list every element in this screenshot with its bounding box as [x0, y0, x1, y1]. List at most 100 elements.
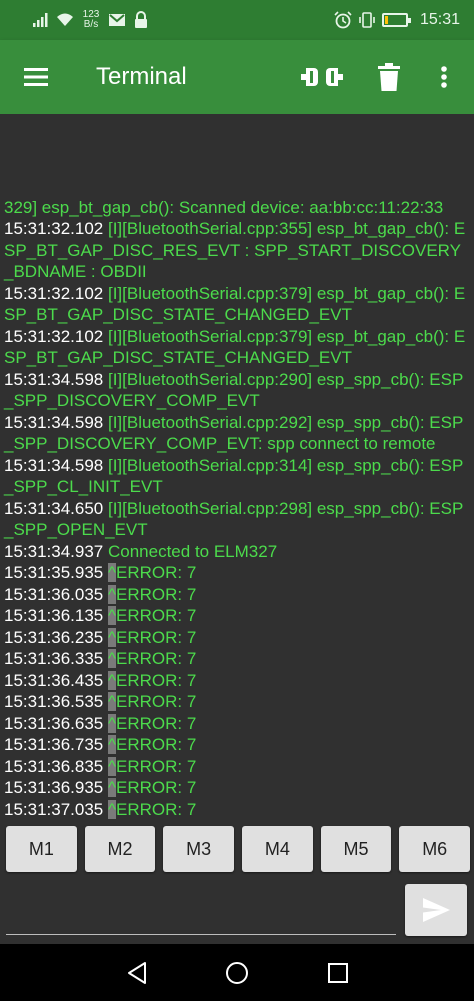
menu-icon[interactable]	[18, 60, 54, 94]
line-caret: ^	[108, 735, 116, 754]
lock-icon	[135, 11, 147, 28]
net-speed-unit: B/s	[83, 19, 99, 30]
line-message: ERROR: 7	[115, 670, 197, 690]
macro-button-m5[interactable]: M5	[320, 826, 392, 872]
macro-button-m4[interactable]: M4	[242, 826, 313, 872]
line-timestamp: 15:31:36.035	[4, 584, 104, 604]
line-timestamp: 15:31:36.935	[4, 778, 104, 797]
line-message: ERROR: 7	[115, 584, 197, 604]
line-message: ERROR: 7	[115, 563, 197, 582]
trash-icon[interactable]	[374, 60, 404, 94]
line-timestamp: 15:31:36.535	[4, 692, 104, 711]
line-message: ERROR: 7	[115, 735, 197, 754]
terminal-line: 329] esp_bt_gap_cb(): Scanned device: aa…	[4, 197, 470, 219]
line-timestamp: 15:31:35.935	[4, 563, 104, 582]
page-title: Terminal	[96, 63, 187, 90]
send-text-input[interactable]	[6, 886, 398, 932]
line-message: ERROR: 7	[115, 799, 197, 819]
line-caret: ^	[108, 799, 116, 819]
terminal-line: 15:31:36.335 ^ERROR: 7	[4, 648, 470, 670]
line-message: ERROR: 7	[115, 692, 197, 711]
app-bar: Terminal	[0, 40, 474, 114]
terminal-line: 15:31:36.435 ^ERROR: 7	[4, 670, 470, 692]
line-timestamp: 15:31:36.335	[4, 649, 104, 668]
line-timestamp: 15:31:36.835	[4, 756, 104, 776]
terminal-line: 15:31:36.935 ^ERROR: 7	[4, 777, 470, 799]
line-caret: ^	[108, 692, 116, 711]
line-timestamp: 15:31:34.598	[4, 369, 104, 389]
system-nav-bar	[0, 944, 474, 1001]
terminal-line: 15:31:35.935 ^ERROR: 7	[4, 562, 470, 584]
macro-button-m6[interactable]: M6	[399, 826, 471, 872]
terminal-line: 15:31:32.102 [I][BluetoothSerial.cpp:355…	[4, 218, 470, 283]
line-timestamp: 15:31:34.937	[4, 541, 104, 561]
input-underline	[6, 934, 396, 935]
line-caret: ^	[108, 563, 116, 582]
terminal-line: 15:31:34.598 [I][BluetoothSerial.cpp:292…	[4, 412, 470, 455]
gmail-icon	[109, 14, 125, 26]
line-timestamp: 15:31:36.435	[4, 670, 104, 690]
line-message: ERROR: 7	[115, 649, 197, 668]
terminal-line: 15:31:34.598 [I][BluetoothSerial.cpp:314…	[4, 455, 470, 498]
line-timestamp: 15:31:36.735	[4, 735, 104, 754]
clock: 15:31	[419, 11, 460, 28]
macro-button-m1[interactable]: M1	[6, 826, 77, 872]
line-caret: ^	[108, 584, 116, 604]
line-message: ERROR: 7	[115, 756, 197, 776]
disconnect-icon[interactable]	[298, 60, 346, 94]
line-caret: ^	[108, 649, 116, 668]
macro-bar: M1 M2 M3 M4 M5 M6	[6, 826, 471, 872]
recents-icon[interactable]	[327, 962, 349, 984]
terminal-line: 15:31:32.102 [I][BluetoothSerial.cpp:379…	[4, 326, 470, 369]
terminal-line: 15:31:34.937 Connected to ELM327	[4, 541, 470, 563]
line-message: 329] esp_bt_gap_cb(): Scanned device: aa…	[4, 197, 444, 217]
vibrate-icon	[359, 12, 375, 28]
line-timestamp: 15:31:34.598	[4, 455, 104, 475]
line-caret: ^	[108, 627, 116, 647]
net-speed: 123 B/s	[80, 10, 102, 30]
home-icon[interactable]	[225, 961, 249, 985]
terminal-line: 15:31:34.650 [I][BluetoothSerial.cpp:298…	[4, 498, 470, 541]
line-caret: ^	[108, 670, 116, 690]
line-message: ERROR: 7	[115, 778, 197, 797]
status-bar-left: 123 B/s	[32, 8, 150, 32]
battery-level: 17	[389, 14, 401, 25]
line-timestamp: 15:31:32.102	[4, 326, 104, 346]
line-timestamp: 15:31:34.650	[4, 498, 104, 518]
macro-button-m3[interactable]: M3	[163, 826, 235, 872]
alarm-icon	[334, 11, 352, 29]
terminal-line: 15:31:36.535 ^ERROR: 7	[4, 691, 470, 713]
line-caret: ^	[108, 713, 116, 733]
status-bar: 123 B/s 17 15:31	[0, 0, 474, 40]
line-message: Connected to ELM327	[103, 541, 278, 561]
signal-icon	[33, 13, 48, 27]
terminal-line: 15:31:32.102 [I][BluetoothSerial.cpp:379…	[4, 283, 470, 326]
line-timestamp: 15:31:36.135	[4, 606, 104, 625]
terminal-line: 15:31:36.235 ^ERROR: 7	[4, 627, 470, 649]
line-message: ERROR: 7	[115, 627, 197, 647]
line-caret: ^	[108, 778, 116, 797]
send-button[interactable]	[405, 884, 467, 936]
line-message: ERROR: 7	[115, 606, 197, 625]
terminal-line: 15:31:34.598 [I][BluetoothSerial.cpp:290…	[4, 369, 470, 412]
send-icon	[423, 898, 450, 922]
terminal-line: 15:31:37.035 ^ERROR: 7	[4, 799, 470, 821]
terminal-line: 15:31:36.035 ^ERROR: 7	[4, 584, 470, 606]
line-timestamp: 15:31:32.102	[4, 219, 104, 238]
terminal-lines: 329] esp_bt_gap_cb(): Scanned device: aa…	[4, 197, 470, 821]
back-icon[interactable]	[124, 960, 150, 986]
macro-button-m2[interactable]: M2	[84, 826, 156, 872]
more-vert-icon[interactable]	[432, 60, 456, 94]
line-timestamp: 15:31:36.235	[4, 627, 104, 647]
line-caret: ^	[108, 606, 116, 625]
status-bar-right: 17 15:31	[334, 8, 460, 32]
line-timestamp: 15:31:36.635	[4, 713, 104, 733]
line-timestamp: 15:31:37.035	[4, 799, 104, 819]
line-timestamp: 15:31:34.598	[4, 412, 104, 432]
terminal-output[interactable]: 329] esp_bt_gap_cb(): Scanned device: aa…	[0, 114, 474, 822]
terminal-line: 15:31:36.735 ^ERROR: 7	[4, 734, 470, 756]
send-input-area	[6, 880, 398, 936]
terminal-line: 15:31:36.135 ^ERROR: 7	[4, 605, 470, 627]
wifi-icon	[57, 13, 73, 26]
terminal-line: 15:31:36.635 ^ERROR: 7	[4, 713, 470, 735]
